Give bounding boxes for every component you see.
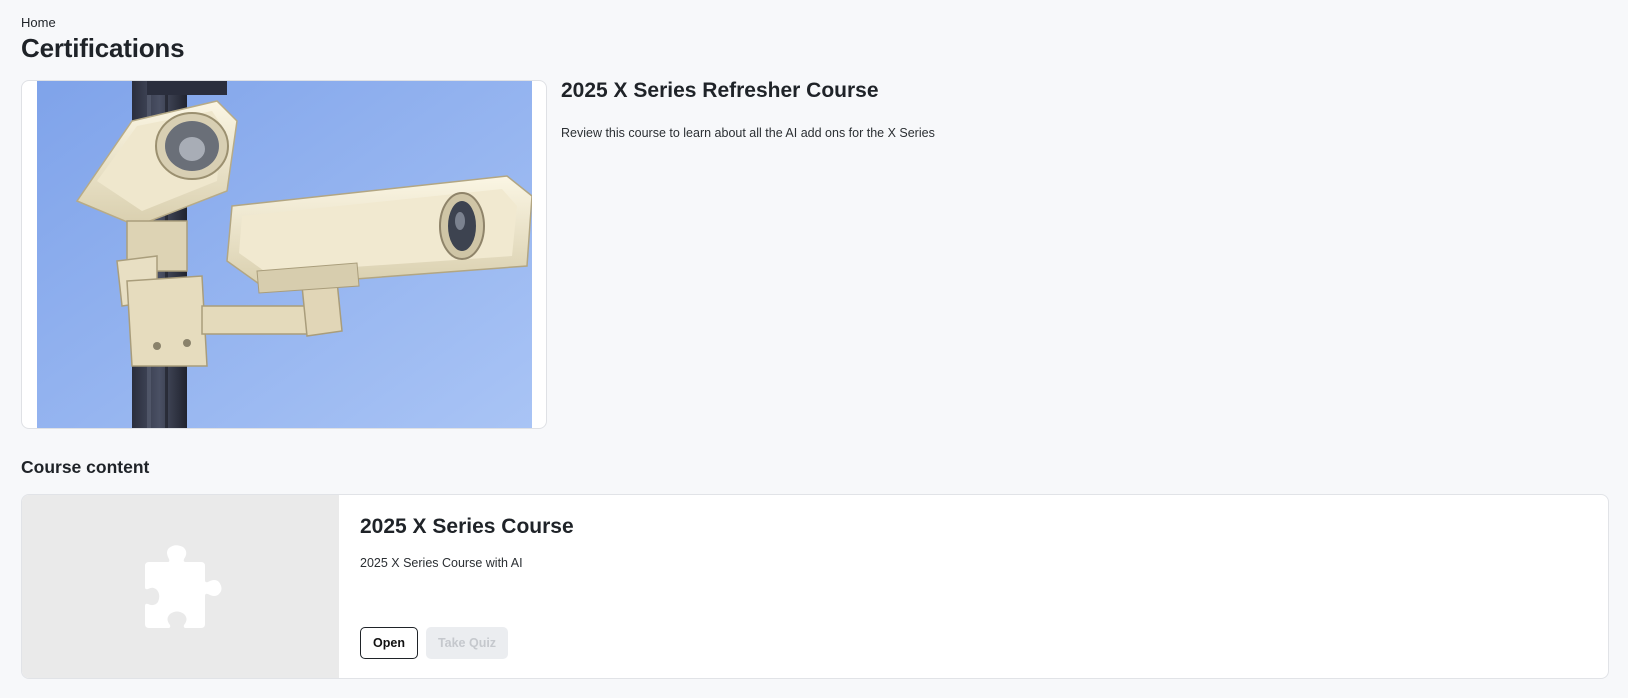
breadcrumb: Home: [21, 15, 56, 30]
course-description: 2025 X Series Course with AI: [360, 556, 523, 570]
puzzle-icon: [145, 545, 222, 628]
take-quiz-button[interactable]: Take Quiz: [426, 627, 508, 659]
open-course-button[interactable]: Open: [360, 627, 418, 659]
page-title: Certifications: [21, 33, 185, 63]
course-content-heading: Course content: [21, 457, 150, 477]
course-overview-description: Review this course to learn about all th…: [561, 126, 935, 140]
course-thumbnail: [22, 495, 339, 678]
breadcrumb-home-link[interactable]: Home: [21, 15, 56, 30]
course-card: 2025 X Series Course 2025 X Series Cours…: [21, 494, 1609, 679]
security-camera-image: [37, 81, 532, 428]
course-overview-title: 2025 X Series Refresher Course: [561, 79, 879, 102]
hero-card: [21, 80, 547, 429]
course-title: 2025 X Series Course: [360, 515, 574, 538]
hero-image: [37, 81, 532, 428]
